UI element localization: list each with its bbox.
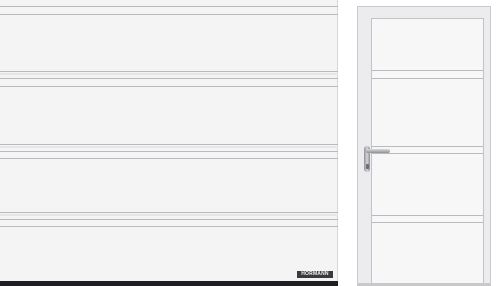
door-handle-icon	[366, 149, 390, 153]
garage-panel-groove	[0, 86, 338, 87]
garage-panel-groove	[0, 158, 338, 159]
garage-panel-groove	[0, 78, 338, 79]
door-panel-groove	[372, 146, 483, 147]
door-panel-groove	[372, 215, 483, 216]
door-panel-groove	[372, 153, 483, 154]
garage-panel-groove	[0, 6, 338, 7]
door-panel-groove	[372, 222, 483, 223]
garage-panel-groove	[0, 219, 338, 220]
door-panel-groove	[372, 70, 483, 71]
garage-panel-groove	[0, 14, 338, 15]
garage-floor-seal	[0, 281, 338, 286]
garage-panel-groove	[0, 71, 338, 72]
garage-panel-shadow	[0, 73, 338, 75]
garage-door-panel: HÖRMANN	[0, 0, 338, 286]
garage-panel-groove	[0, 226, 338, 227]
garage-panel-shadow	[0, 146, 338, 148]
door-panel-groove	[372, 78, 483, 79]
garage-panel-groove	[0, 151, 338, 152]
keyhole-icon	[366, 164, 369, 169]
door-product-scene: HÖRMANN	[0, 0, 500, 286]
brand-logo: HÖRMANN	[297, 271, 333, 278]
garage-panel-groove	[0, 212, 338, 213]
garage-panel-shadow	[0, 214, 338, 216]
garage-panel-groove	[0, 144, 338, 145]
